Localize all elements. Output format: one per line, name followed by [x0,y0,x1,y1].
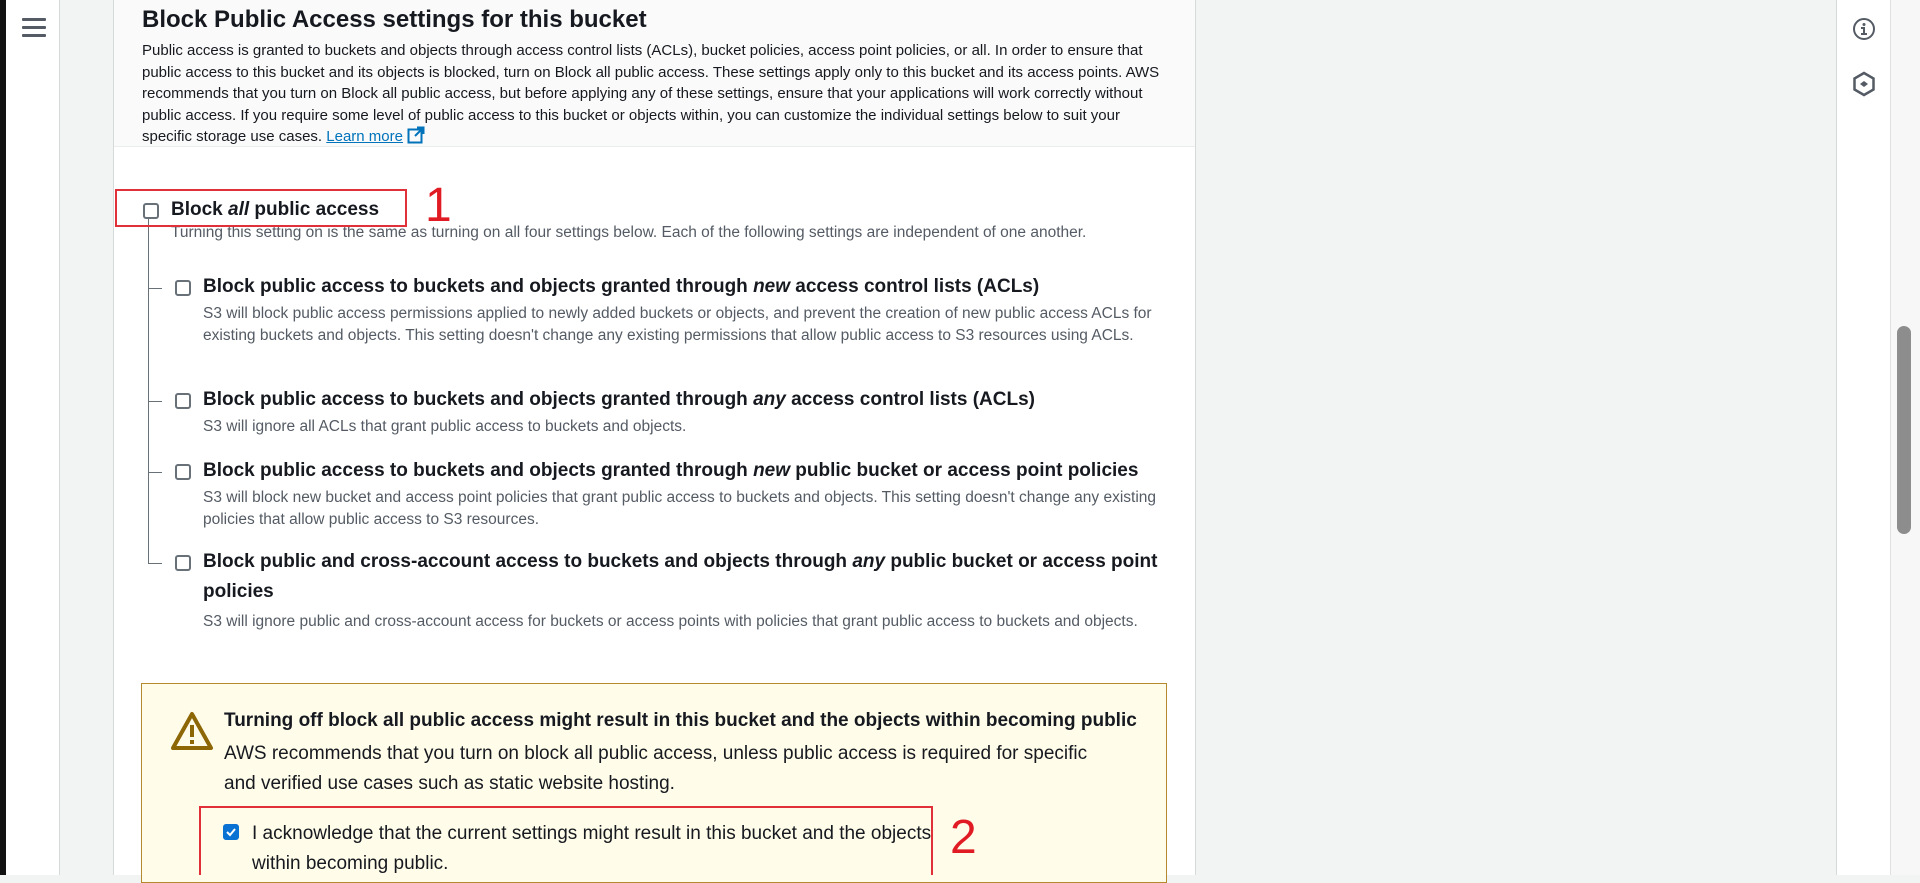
block-new-policies-checkbox[interactable] [175,464,191,480]
tools-strip [1836,0,1890,875]
annotation-box-2 [199,806,933,875]
option-title-em: new [753,460,791,481]
block-any-policies-checkbox[interactable] [175,555,191,571]
tree-branch [148,288,162,289]
block-any-acls-option: Block public access to buckets and objec… [203,388,1163,438]
hexagon-settings-icon[interactable] [1851,71,1877,97]
block-new-acls-checkbox[interactable] [175,280,191,296]
hamburger-menu-icon[interactable] [22,18,46,38]
block-new-acls-description: S3 will block public access permissions … [203,305,1152,344]
info-icon[interactable] [1851,16,1877,42]
block-new-policies-option: Block public access to buckets and objec… [203,459,1163,531]
block-any-policies-description: S3 will ignore public and cross-account … [203,613,1138,630]
block-any-acls-title: Block public access to buckets and objec… [203,388,1163,412]
annotation-number-2: 2 [950,811,977,864]
tree-branch [148,401,162,402]
warning-text: AWS recommends that you turn on block al… [224,743,1088,794]
panel-header: Block Public Access settings for this bu… [114,0,1195,147]
left-navigation-strip [0,0,60,875]
block-any-policies-option: Block public and cross-account access to… [203,550,1163,633]
section-description: Public access is granted to buckets and … [142,40,1167,148]
option-title-pre: Block public access to buckets and objec… [203,460,754,481]
tree-branch [148,472,162,473]
page-title: Block Public Access settings for this bu… [142,6,647,33]
tree-branch [148,563,162,564]
option-title-pre: Block public and cross-account access to… [203,551,853,572]
option-title-pre: Block public access to buckets and objec… [203,389,754,410]
block-any-acls-checkbox[interactable] [175,393,191,409]
warning-triangle-icon [171,712,213,750]
option-title-em: any [852,551,886,572]
learn-more-label: Learn more [326,128,403,145]
settings-tree-connector [148,218,149,563]
annotation-box-1 [115,189,407,227]
warning-title: Turning off block all public access migh… [224,710,1137,731]
block-any-policies-title: Block public and cross-account access to… [203,547,1163,607]
block-new-acls-option: Block public access to buckets and objec… [203,275,1163,347]
external-link-icon [407,126,425,144]
block-any-acls-description: S3 will ignore all ACLs that grant publi… [203,418,687,435]
annotation-number-1: 1 [425,179,452,232]
block-new-policies-description: S3 will block new bucket and access poin… [203,489,1157,528]
option-title-pre: Block public access to buckets and objec… [203,276,754,297]
section-description-text: Public access is granted to buckets and … [142,42,1160,145]
option-title-post: access control lists (ACLs) [785,389,1036,410]
block-new-acls-title: Block public access to buckets and objec… [203,275,1163,299]
option-title-em: any [753,389,786,410]
page-scrollbar[interactable] [1890,0,1920,875]
block-new-policies-title: Block public access to buckets and objec… [203,459,1163,483]
option-title-post: public bucket or access point policies [790,460,1139,481]
scrollbar-thumb[interactable] [1897,326,1911,534]
learn-more-link[interactable]: Learn more [326,126,425,145]
option-title-post: access control lists (ACLs) [790,276,1040,297]
option-title-em: new [753,276,791,297]
